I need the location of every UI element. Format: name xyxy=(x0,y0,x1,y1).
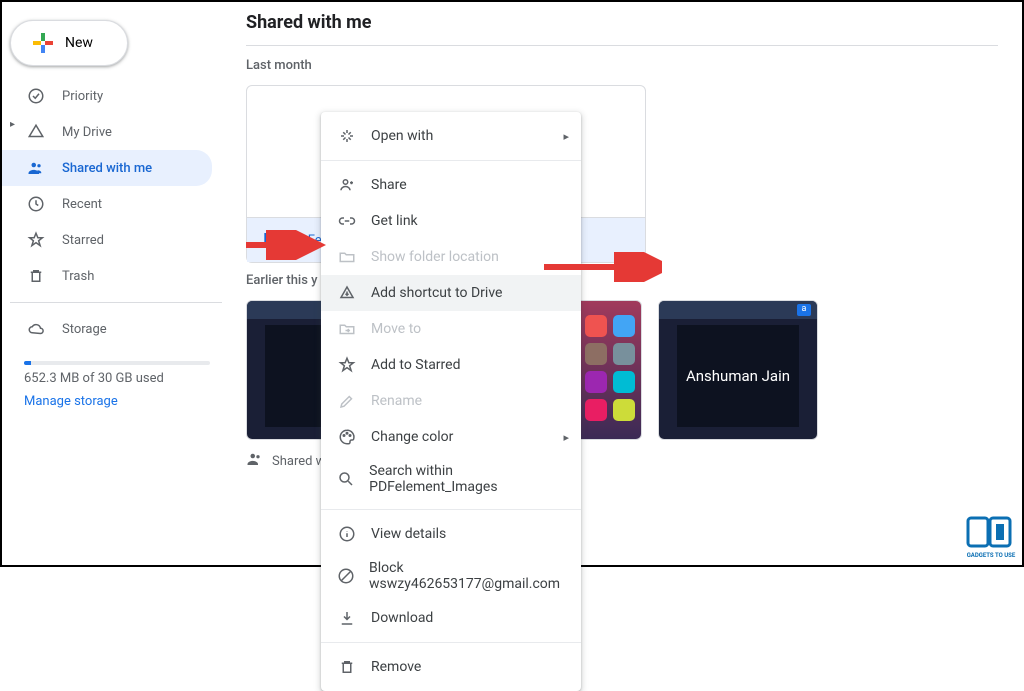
person-add-icon xyxy=(337,175,357,195)
sidebar-item-label: Starred xyxy=(62,233,104,248)
recent-icon xyxy=(26,194,46,214)
menu-share[interactable]: Share xyxy=(321,167,581,203)
menu-label: Show folder location xyxy=(371,249,499,265)
sidebar-item-recent[interactable]: Recent xyxy=(2,186,212,222)
search-icon xyxy=(337,469,355,489)
menu-label: Add to Starred xyxy=(371,357,460,373)
menu-label: Get link xyxy=(371,213,418,229)
watermark-text: GADGETS TO USE xyxy=(966,552,1016,559)
watermark-logo: GADGETS TO USE xyxy=(966,516,1016,559)
new-button-label: New xyxy=(65,35,93,51)
trash-icon xyxy=(26,266,46,286)
sidebar: New ▸ Priority My Drive Shared with me R… xyxy=(2,2,222,565)
chevron-right-icon: ▸ xyxy=(563,431,569,444)
menu-view-details[interactable]: View details xyxy=(321,516,581,552)
plus-icon xyxy=(31,31,55,55)
star-icon xyxy=(26,230,46,250)
sidebar-item-label: Trash xyxy=(62,269,94,284)
app-icon xyxy=(613,343,635,365)
section-last-month: Last month xyxy=(246,58,998,73)
divider xyxy=(10,302,222,303)
app-icon xyxy=(613,399,635,421)
context-menu: Open with ▸ Share Get link Show folder l… xyxy=(321,112,581,691)
menu-download[interactable]: Download xyxy=(321,600,581,636)
app-icon xyxy=(585,343,607,365)
manage-storage-link[interactable]: Manage storage xyxy=(24,394,210,409)
app-icon xyxy=(613,371,635,393)
menu-label: Search within PDFelement_Images xyxy=(369,463,565,495)
page-title: Shared with me xyxy=(246,12,998,46)
annotation-arrow-right xyxy=(532,252,662,286)
drive-shortcut-icon xyxy=(337,283,357,303)
file-thumbnail[interactable]: a Anshuman Jain xyxy=(658,300,818,440)
storage-section: 652.3 MB of 30 GB used Manage storage xyxy=(2,347,222,409)
thumb-label: Anshuman Jain xyxy=(677,325,799,427)
menu-label: Download xyxy=(371,610,433,626)
cloud-icon xyxy=(26,319,46,339)
move-icon xyxy=(337,319,357,339)
sidebar-item-shared-with-me[interactable]: Shared with me xyxy=(2,150,212,186)
menu-add-to-starred[interactable]: Add to Starred xyxy=(321,347,581,383)
trash-icon xyxy=(337,657,357,677)
link-icon xyxy=(337,211,357,231)
shared-icon xyxy=(26,158,46,178)
pencil-icon xyxy=(337,391,357,411)
menu-change-color[interactable]: Change color ▸ xyxy=(321,419,581,455)
menu-get-link[interactable]: Get link xyxy=(321,203,581,239)
priority-icon xyxy=(26,86,46,106)
menu-label: Share xyxy=(371,177,407,193)
shared-icon xyxy=(246,450,264,472)
sidebar-item-label: Shared with me xyxy=(62,161,152,176)
app-icon xyxy=(585,399,607,421)
menu-label: Remove xyxy=(371,659,421,675)
star-icon xyxy=(337,355,357,375)
open-with-icon xyxy=(337,126,357,146)
sidebar-item-priority[interactable]: Priority xyxy=(2,78,212,114)
sidebar-item-label: Recent xyxy=(62,197,102,212)
menu-label: Add shortcut to Drive xyxy=(371,285,502,301)
thumb-topbar: a xyxy=(659,301,817,319)
sidebar-item-starred[interactable]: Starred xyxy=(2,222,212,258)
menu-label: Change color xyxy=(371,429,453,445)
sidebar-item-my-drive[interactable]: My Drive xyxy=(2,114,212,150)
expand-triangle-icon[interactable]: ▸ xyxy=(10,119,15,130)
storage-bar xyxy=(24,361,210,365)
app-icon xyxy=(585,371,607,393)
annotation-arrow-left xyxy=(246,230,326,264)
sidebar-item-trash[interactable]: Trash xyxy=(2,258,212,294)
download-icon xyxy=(337,608,357,628)
chevron-right-icon: ▸ xyxy=(563,130,569,143)
divider xyxy=(321,509,581,510)
menu-remove[interactable]: Remove xyxy=(321,649,581,685)
menu-label: View details xyxy=(371,526,446,542)
new-button[interactable]: New xyxy=(10,20,128,66)
sidebar-item-storage[interactable]: Storage xyxy=(2,311,212,347)
sidebar-item-label: My Drive xyxy=(62,125,112,140)
app-icon xyxy=(585,315,607,337)
storage-used-text: 652.3 MB of 30 GB used xyxy=(24,371,210,386)
menu-label: Move to xyxy=(371,321,421,337)
menu-rename: Rename xyxy=(321,383,581,419)
storage-fill xyxy=(24,361,31,365)
menu-move-to: Move to xyxy=(321,311,581,347)
block-icon xyxy=(337,566,355,586)
storage-label: Storage xyxy=(62,322,107,337)
info-icon xyxy=(337,524,357,544)
app-icon xyxy=(613,315,635,337)
divider xyxy=(321,642,581,643)
sidebar-item-label: Priority xyxy=(62,89,103,104)
menu-open-with[interactable]: Open with ▸ xyxy=(321,118,581,154)
menu-label: Rename xyxy=(371,393,422,409)
shared-footer-text: Shared w xyxy=(272,454,325,469)
palette-icon xyxy=(337,427,357,447)
divider xyxy=(321,160,581,161)
drive-icon xyxy=(26,122,46,142)
menu-search-within[interactable]: Search within PDFelement_Images xyxy=(321,455,581,503)
menu-label: Block wswzy462653177@gmail.com xyxy=(369,560,565,592)
folder-icon xyxy=(337,247,357,267)
menu-block-user[interactable]: Block wswzy462653177@gmail.com xyxy=(321,552,581,600)
menu-label: Open with xyxy=(371,128,433,144)
